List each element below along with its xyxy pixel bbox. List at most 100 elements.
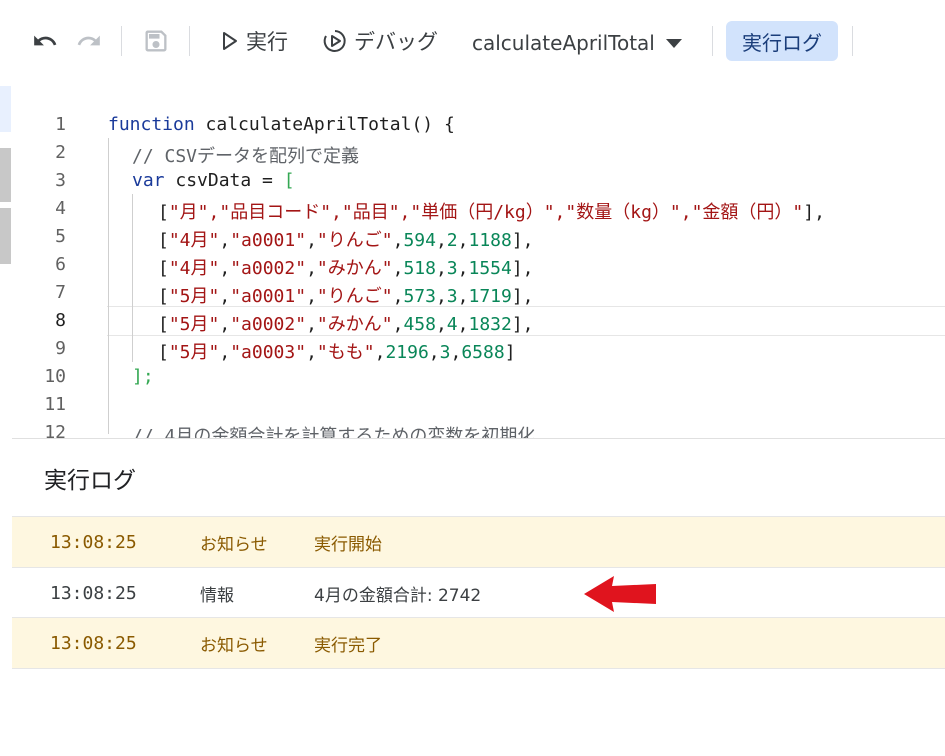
sidebar-scroll-block-2[interactable] <box>0 208 11 264</box>
code-punct: ], <box>511 314 534 335</box>
code-number: 1719 <box>468 286 512 307</box>
log-time: 13:08:25 <box>50 582 137 604</box>
code-punct: , <box>435 286 447 307</box>
log-panel-title: 実行ログ <box>44 468 136 494</box>
red-arrow-icon <box>584 576 656 612</box>
code-comment: // CSVデータを配列で定義 <box>132 146 360 167</box>
line-number: 9 <box>55 338 66 359</box>
code-punct: , <box>457 286 469 307</box>
code-line: function calculateAprilTotal() { <box>108 114 455 135</box>
code-number: 518 <box>403 258 436 279</box>
code-number: 4 <box>446 314 458 335</box>
code-line: ["月","品目コード","品目","単価（円/kg）","数量（kg）","金… <box>158 202 825 223</box>
line-number: 1 <box>55 114 66 135</box>
toolbar-separator <box>712 26 713 56</box>
code-punct: , <box>219 314 231 335</box>
log-row: 13:08:25 お知らせ 実行開始 <box>12 516 945 567</box>
line-number: 5 <box>55 226 66 247</box>
line-number: 7 <box>55 282 66 303</box>
line-number: 4 <box>55 198 66 219</box>
line-number: 12 <box>44 422 66 438</box>
code-data-row: ["5月","a0002","みかん",458,4,1832], <box>158 310 534 336</box>
undo-button[interactable] <box>32 28 58 54</box>
code-number: 3 <box>446 258 458 279</box>
code-string: "4月" <box>168 258 220 279</box>
code-punct: , <box>306 286 317 307</box>
code-punct: [ <box>158 342 169 363</box>
code-bracket: [ <box>283 170 295 191</box>
line-number: 2 <box>55 142 66 163</box>
code-string: "a0001" <box>230 230 307 251</box>
log-message: 実行完了 <box>314 635 382 656</box>
code-punct: , <box>219 230 231 251</box>
indent-guide <box>132 194 133 362</box>
code-punct: [ <box>158 286 169 307</box>
redo-button[interactable] <box>76 28 102 54</box>
keyword: var <box>132 170 165 191</box>
function-selector[interactable]: calculateAprilTotal <box>472 31 683 55</box>
code-string: "a0002" <box>230 314 307 335</box>
debug-button[interactable]: デバッグ <box>322 26 438 56</box>
debug-button-label: デバッグ <box>354 30 438 54</box>
code-string: "a0003" <box>230 342 307 363</box>
code-string: "みかん" <box>316 314 393 335</box>
code-string: "5月" <box>168 314 220 335</box>
code-string: "もも" <box>316 342 375 363</box>
code-data-row: ["5月","a0001","りんご",573,3,1719], <box>158 282 534 308</box>
code-punct: , <box>306 342 317 363</box>
code-number: 594 <box>403 230 436 251</box>
code-punct: , <box>435 258 447 279</box>
code-text: csvData = <box>164 170 284 191</box>
code-number: 1188 <box>468 230 512 251</box>
save-button[interactable] <box>142 27 170 55</box>
code-punct: ], <box>511 258 534 279</box>
code-string: "5月" <box>168 286 220 307</box>
execution-log-panel: 実行ログ 13:08:25 お知らせ 実行開始 13:08:25 情報 4月の金… <box>12 438 945 756</box>
code-editor[interactable]: 1 2 3 4 5 6 7 8 9 10 11 12 function calc… <box>12 72 945 438</box>
play-icon <box>223 32 237 50</box>
line-number-active: 8 <box>55 310 66 331</box>
toolbar-separator <box>189 26 190 56</box>
code-comment: // 4月の金額合計を計算するための変数を初期化 <box>132 426 536 438</box>
log-time: 13:08:25 <box>50 632 137 654</box>
redo-icon <box>77 35 100 46</box>
code-string: "みかん" <box>316 258 393 279</box>
save-icon <box>145 30 167 52</box>
execution-log-button[interactable]: 実行ログ <box>726 21 838 61</box>
log-time: 13:08:25 <box>50 531 137 553</box>
code-text: calculateAprilTotal() { <box>194 114 455 135</box>
code-punct: , <box>306 258 317 279</box>
code-punct: , <box>457 258 469 279</box>
code-punct: , <box>450 342 462 363</box>
toolbar-separator <box>121 26 122 56</box>
undo-icon <box>34 35 57 46</box>
code-data-row: ["5月","a0003","もも",2196,3,6588] <box>158 338 516 364</box>
code-bracket-close: ]; <box>132 366 154 387</box>
run-button-label: 実行 <box>246 30 288 54</box>
line-number: 3 <box>55 170 66 191</box>
code-punct: , <box>219 342 231 363</box>
code-number: 3 <box>439 342 451 363</box>
log-message: 実行開始 <box>314 534 382 555</box>
code-punct: , <box>219 286 231 307</box>
code-string: "a0002" <box>230 258 307 279</box>
toolbar-separator <box>852 26 853 56</box>
code-punct: , <box>306 314 317 335</box>
line-number: 10 <box>44 366 66 387</box>
run-button[interactable]: 実行 <box>220 26 288 56</box>
sidebar-selected-block[interactable] <box>0 86 11 132</box>
sidebar-scroll-block-1[interactable] <box>0 148 11 202</box>
code-string: "りんご" <box>316 230 393 251</box>
code-data-row: ["4月","a0001","りんご",594,2,1188], <box>158 226 534 252</box>
dropdown-caret-icon <box>665 39 682 48</box>
code-punct: [ <box>158 314 169 335</box>
log-row: 13:08:25 お知らせ 実行完了 <box>12 617 945 669</box>
log-type: 情報 <box>200 585 234 606</box>
code-number: 2196 <box>385 342 429 363</box>
code-punct: [ <box>158 258 169 279</box>
code-number: 1554 <box>468 258 512 279</box>
code-number: 573 <box>403 286 436 307</box>
code-punct: , <box>392 258 404 279</box>
code-punct: , <box>457 230 469 251</box>
line-number: 6 <box>55 254 66 275</box>
